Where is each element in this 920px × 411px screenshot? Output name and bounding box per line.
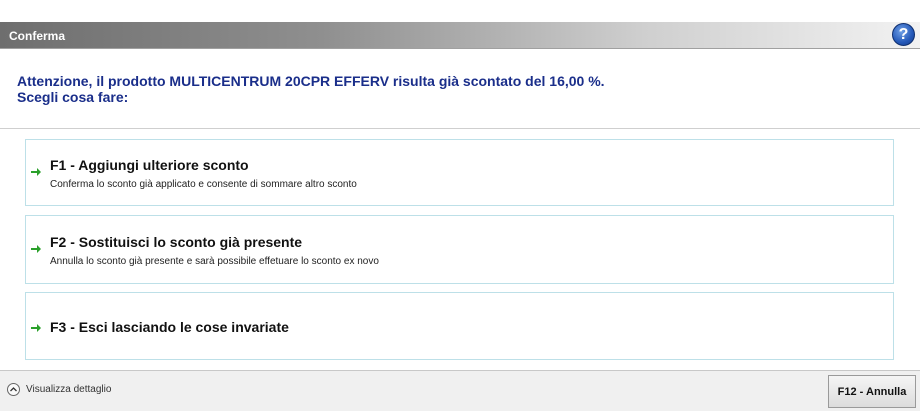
cancel-button[interactable]: F12 - Annulla: [828, 375, 916, 408]
show-details-toggle[interactable]: Visualizza dettaglio: [7, 383, 111, 396]
divider: [0, 128, 920, 129]
chevron-up-icon: [7, 383, 20, 396]
green-arrow-right-icon: [31, 324, 41, 332]
option-f2-replace-discount[interactable]: F2 - Sostituisci lo sconto già presente …: [25, 215, 894, 284]
dialog-title: Conferma: [9, 29, 66, 43]
message-line-1: Attenzione, il prodotto MULTICENTRUM 20C…: [17, 73, 605, 89]
option-f1-add-discount[interactable]: F1 - Aggiungi ulteriore sconto Conferma …: [25, 139, 894, 206]
option-f1-description: Conferma lo sconto già applicato e conse…: [50, 179, 357, 190]
option-f2-title: F2 - Sostituisci lo sconto già presente: [50, 234, 303, 250]
green-arrow-right-icon: [31, 168, 41, 176]
option-f3-title: F3 - Esci lasciando le cose invariate: [50, 319, 289, 335]
green-arrow-right-icon: [31, 245, 41, 253]
option-f2-description: Annulla lo sconto già presente e sarà po…: [50, 256, 379, 267]
help-icon[interactable]: ?: [892, 23, 915, 46]
dialog-title-bar: Conferma ?: [0, 22, 920, 49]
option-f1-title: F1 - Aggiungi ulteriore sconto: [50, 157, 249, 173]
message-line-2: Scegli cosa fare:: [17, 89, 129, 105]
dialog-footer: Visualizza dettaglio F12 - Annulla: [0, 370, 920, 411]
option-f3-exit-unchanged[interactable]: F3 - Esci lasciando le cose invariate: [25, 292, 894, 360]
confirmation-message: Attenzione, il prodotto MULTICENTRUM 20C…: [17, 73, 605, 105]
show-details-label: Visualizza dettaglio: [26, 384, 112, 395]
